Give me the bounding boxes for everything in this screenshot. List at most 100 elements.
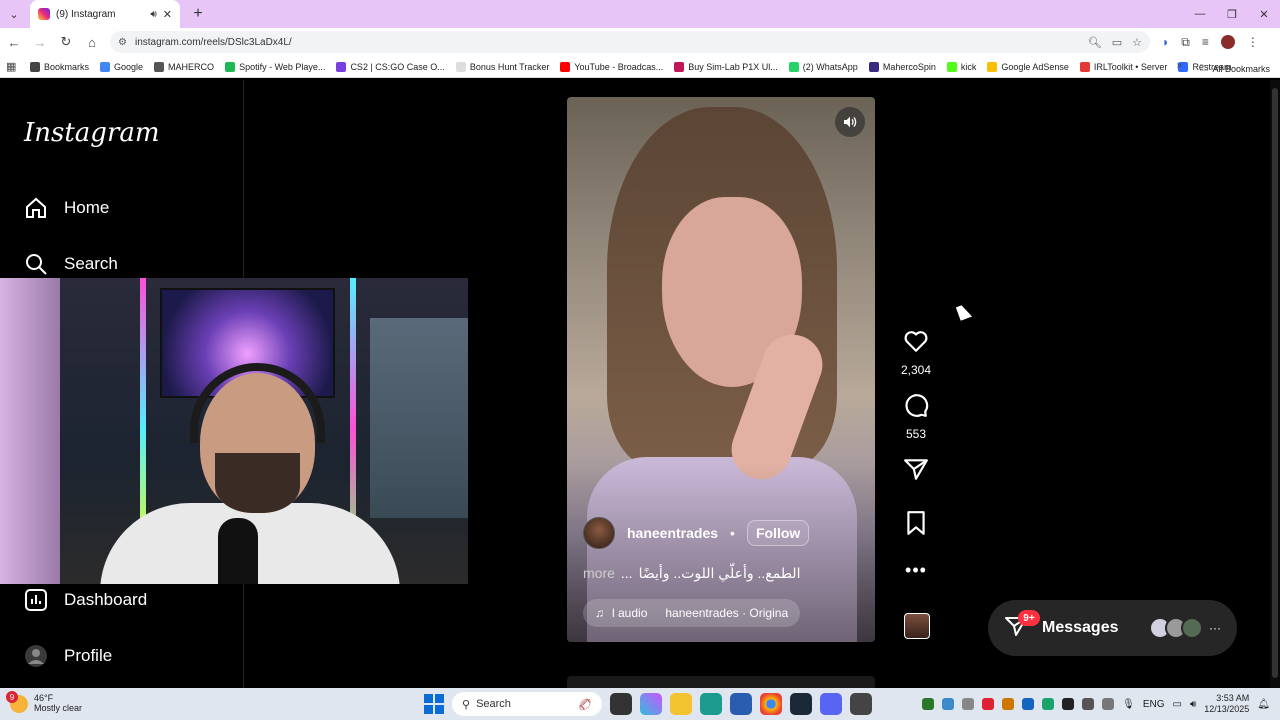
- tray-app-icon[interactable]: [942, 698, 955, 710]
- bookmark-item[interactable]: Google: [100, 61, 143, 72]
- profile-avatar[interactable]: [1220, 35, 1235, 49]
- bookmark-star-icon[interactable]: ☆: [1132, 36, 1142, 49]
- follow-button[interactable]: Follow: [746, 520, 810, 546]
- close-tab-icon[interactable]: ✕: [163, 8, 172, 21]
- extension-icon[interactable]: ◗: [1162, 35, 1169, 49]
- instagram-favicon-icon: [38, 8, 50, 20]
- taskbar-search[interactable]: ⚲ Search 🏈︎: [452, 692, 602, 716]
- comment-action: 553: [898, 392, 934, 441]
- restore-button[interactable]: ❐: [1216, 0, 1248, 28]
- bookmark-item[interactable]: Bonus Hunt Tracker: [455, 61, 549, 72]
- notepad-icon[interactable]: [850, 693, 872, 715]
- sidebar-item-label: Home: [64, 198, 110, 217]
- bookmark-item[interactable]: Buy Sim-Lab P1X Ul...: [674, 61, 778, 72]
- address-bar[interactable]: ⚙ instagram.com/reels/DSlc3LaDx4L/ 🔍︎ ▭ …: [110, 31, 1150, 53]
- next-reel-preview[interactable]: [567, 676, 875, 688]
- apps-grid-icon[interactable]: ▦: [6, 60, 30, 73]
- audio-pill[interactable]: ♫ l audio haneentrades · Origina: [583, 599, 801, 627]
- task-view-icon[interactable]: [610, 693, 632, 715]
- microphone-icon[interactable]: 🎙︎: [1122, 699, 1135, 710]
- bookmark-favicon-icon: [946, 61, 957, 72]
- edge-icon[interactable]: [700, 693, 722, 715]
- bookmark-item[interactable]: YouTube - Broadcas...: [560, 61, 663, 72]
- site-info-icon[interactable]: ⚙: [118, 37, 127, 48]
- heart-icon[interactable]: [903, 328, 929, 359]
- tray-app-icon[interactable]: [962, 698, 975, 710]
- minimize-button[interactable]: —: [1184, 0, 1216, 28]
- network-icon[interactable]: ▭: [1172, 699, 1181, 710]
- tray-app-icon[interactable]: [1102, 698, 1115, 710]
- tray-app-icon[interactable]: [982, 698, 995, 710]
- tray-app-icon[interactable]: [1042, 698, 1055, 710]
- close-window-button[interactable]: ✕: [1248, 0, 1280, 28]
- language-indicator[interactable]: ENG: [1143, 699, 1165, 710]
- bookmark-item[interactable]: MahercoSpin: [868, 61, 936, 72]
- bookmark-item[interactable]: CS2 | CS:GO Case O...: [336, 61, 445, 72]
- notifications-icon[interactable]: 🔔︎: [1257, 699, 1270, 710]
- sidebar-item-dashboard[interactable]: Dashboard: [24, 588, 147, 612]
- tab-search-button[interactable]: ⌄: [0, 0, 28, 28]
- sidebar-item-profile[interactable]: Profile: [24, 644, 112, 668]
- audio-playing-icon[interactable]: 🔊︎: [150, 9, 156, 20]
- webcam-person-beard: [215, 453, 300, 513]
- store-icon[interactable]: [730, 693, 752, 715]
- comment-count[interactable]: 553: [906, 427, 926, 441]
- bookmark-item[interactable]: (2) WhatsApp: [788, 61, 858, 72]
- bookmark-item[interactable]: Spotify - Web Playe...: [225, 61, 325, 72]
- bookmark-item[interactable]: MAHERCO: [154, 61, 214, 72]
- sidebar-item-home[interactable]: Home: [24, 196, 109, 220]
- browser-tab[interactable]: (9) Instagram 🔊︎ ✕: [30, 0, 180, 28]
- steam-icon[interactable]: [790, 693, 812, 715]
- clock[interactable]: 3:53 AM 12/13/2025: [1204, 693, 1249, 715]
- messages-button[interactable]: 9+ Messages ···: [988, 600, 1237, 656]
- sidebar-item-search[interactable]: Search: [24, 252, 118, 276]
- file-explorer-icon[interactable]: [670, 693, 692, 715]
- bookmark-label: Google AdSense: [1001, 61, 1069, 72]
- caption-more-link[interactable]: more: [583, 565, 615, 582]
- extensions-puzzle-icon[interactable]: ⧉: [1181, 35, 1190, 50]
- new-tab-button[interactable]: +: [186, 2, 210, 26]
- author-username[interactable]: haneentrades: [627, 525, 718, 541]
- volume-button[interactable]: [835, 107, 865, 137]
- tray-app-icon[interactable]: [922, 698, 935, 710]
- author-avatar[interactable]: [583, 517, 615, 549]
- forward-button[interactable]: →: [28, 30, 52, 54]
- reel-caption[interactable]: more ... الطمع.. وأعلّي اللوت.. وأيضًا: [583, 565, 800, 582]
- all-bookmarks-folder[interactable]: 🗀 All Bookmarks: [1199, 61, 1270, 77]
- browser-menu-icon[interactable]: ⋮: [1247, 35, 1259, 49]
- more-options-icon[interactable]: •••: [905, 560, 927, 581]
- chrome-icon[interactable]: [760, 693, 782, 715]
- page-scrollbar[interactable]: [1270, 80, 1280, 688]
- bookmark-item[interactable]: kick: [946, 61, 976, 72]
- url-text[interactable]: instagram.com/reels/DSlc3LaDx4L/: [135, 37, 1080, 48]
- weather-desc: Mostly clear: [34, 703, 83, 713]
- more-bookmarks-icon[interactable]: »: [1176, 60, 1182, 71]
- tray-app-icon[interactable]: [1002, 698, 1015, 710]
- bookmark-item[interactable]: IRLToolkit • Server: [1079, 61, 1167, 72]
- discord-icon[interactable]: [820, 693, 842, 715]
- bookmark-item[interactable]: Bookmarks: [30, 61, 89, 72]
- weather-widget[interactable]: 9 46°F Mostly clear: [6, 691, 83, 714]
- home-icon: [24, 196, 48, 220]
- reading-list-icon[interactable]: ≡: [1202, 35, 1209, 49]
- tray-app-icon[interactable]: [1062, 698, 1075, 710]
- bookmark-item[interactable]: Google AdSense: [987, 61, 1069, 72]
- bookmark-icon[interactable]: [903, 510, 929, 541]
- instagram-logo[interactable]: Instagram: [24, 118, 160, 148]
- comment-icon[interactable]: [903, 392, 929, 423]
- back-button[interactable]: ←: [2, 30, 26, 54]
- home-button[interactable]: ⌂: [80, 30, 104, 54]
- zoom-icon[interactable]: 🔍︎: [1088, 36, 1102, 49]
- reload-button[interactable]: ↻: [54, 30, 78, 54]
- like-count[interactable]: 2,304: [901, 363, 931, 377]
- reel-video[interactable]: haneentrades • Follow more ... الطمع.. و…: [567, 97, 875, 642]
- volume-icon[interactable]: 🔊︎: [1190, 699, 1196, 710]
- install-app-icon[interactable]: ▭: [1112, 36, 1122, 49]
- bluetooth-icon[interactable]: [1022, 698, 1035, 710]
- start-button[interactable]: [424, 694, 444, 714]
- tray-app-icon[interactable]: [1082, 698, 1095, 710]
- share-icon[interactable]: [903, 456, 929, 487]
- scrollbar-thumb[interactable]: [1272, 88, 1278, 678]
- audio-thumbnail[interactable]: [904, 613, 930, 639]
- copilot-icon[interactable]: [640, 693, 662, 715]
